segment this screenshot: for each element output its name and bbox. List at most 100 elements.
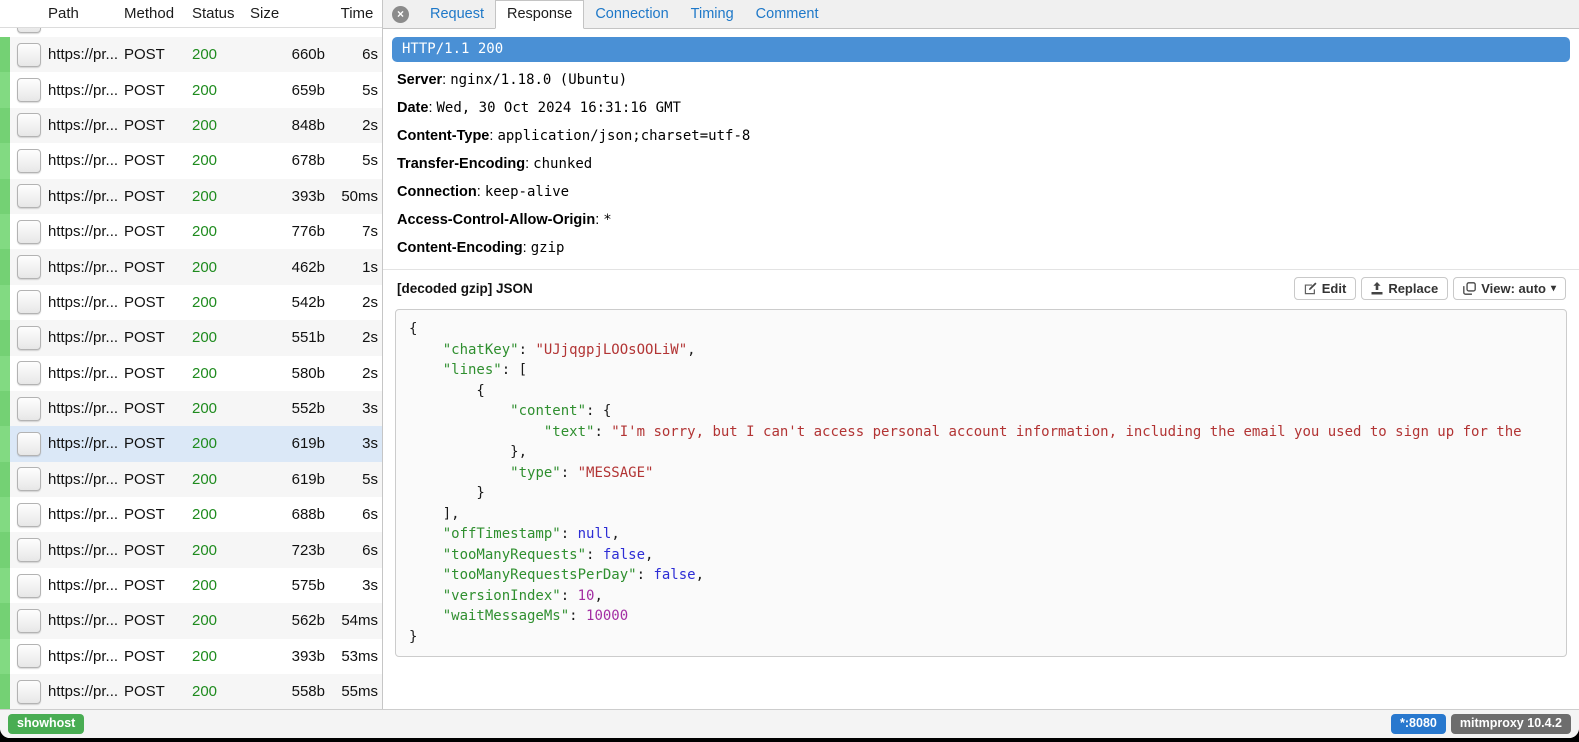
tab-response[interactable]: Response [495,0,584,29]
flow-row[interactable]: https://pr...POST200580b2s [0,356,382,391]
method-cell: POST [124,294,192,311]
flow-icon[interactable] [17,644,41,668]
flow-icon[interactable] [17,680,41,704]
flow-icon[interactable] [17,78,41,102]
flow-icon[interactable] [17,255,41,279]
flow-row[interactable]: https://pr...POST200558b55ms [0,674,382,709]
flow-row-partial-clip: https://pr...POST200 [0,28,382,37]
column-header-path[interactable]: Path [48,5,124,22]
time-cell: 1s [331,259,382,276]
flow-row[interactable]: https://pr...POST200619b3s [0,426,382,461]
flow-row[interactable]: https://pr...POST200393b50ms [0,179,382,214]
flow-row-partial[interactable]: https://pr...POST200 [0,28,382,37]
method-cell: POST [124,400,192,417]
path-cell: https://pr... [48,683,124,700]
flow-row[interactable]: https://pr...POST200659b5s [0,72,382,107]
size-cell: 542b [250,294,331,311]
size-cell: 688b [250,506,331,523]
flow-icon[interactable] [17,326,41,350]
response-header-line: Content-Type: application/json;charset=u… [383,127,1579,146]
flow-list-panel: PathMethodStatusSizeTime https://pr...PO… [0,0,383,709]
time-cell: 3s [331,577,382,594]
json-line: "offTimestamp": null, [409,524,1553,545]
flow-icon[interactable] [17,467,41,491]
flow-icon[interactable] [17,149,41,173]
header-value: nginx/1.18.0 (Ubuntu) [450,72,627,88]
flow-icon[interactable] [17,290,41,314]
http-status-line[interactable]: HTTP/1.1 200 [392,37,1570,62]
method-cell: POST [124,612,192,629]
response-header-line: Server: nginx/1.18.0 (Ubuntu) [383,71,1579,90]
tab-strip: RequestResponseConnectionTimingComment [419,0,830,28]
flow-row[interactable]: https://pr...POST200393b53ms [0,639,382,674]
column-header-method[interactable]: Method [124,5,192,22]
flow-row[interactable]: https://pr...POST200688b6s [0,497,382,532]
chevron-down-icon: ▾ [1551,283,1556,294]
path-cell: https://pr... [48,82,124,99]
tab-timing[interactable]: Timing [680,1,745,28]
edit-icon [1304,282,1317,295]
flow-row[interactable]: https://pr...POST200542b2s [0,285,382,320]
flow-row[interactable]: https://pr...POST200660b6s [0,37,382,72]
column-header-time[interactable]: Time [331,5,383,22]
row-accent-stripe [0,532,10,567]
status-cell: 200 [192,577,250,594]
flow-icon[interactable] [17,574,41,598]
flow-row[interactable]: https://pr...POST200552b3s [0,391,382,426]
header-name: Server [397,72,442,88]
tab-comment[interactable]: Comment [745,1,830,28]
status-cell: 200 [192,471,250,488]
flow-icon[interactable] [17,43,41,67]
flow-icon[interactable] [17,397,41,421]
header-colon: : [525,156,533,172]
json-line: "type": "MESSAGE" [409,463,1553,484]
json-line: { [409,319,1553,340]
status-cell: 200 [192,683,250,700]
flow-row[interactable]: https://pr...POST200619b5s [0,462,382,497]
row-icon-cell [10,609,48,633]
json-line: "tooManyRequests": false, [409,545,1553,566]
flow-row[interactable]: https://pr...POST200848b2s [0,108,382,143]
view-mode-button[interactable]: View: auto ▾ [1453,277,1566,300]
flow-row[interactable]: https://pr...POST200678b5s [0,143,382,178]
flow-row[interactable]: https://pr...POST200575b3s [0,568,382,603]
flow-row[interactable]: https://pr...POST200462b1s [0,249,382,284]
time-cell: 5s [331,82,382,99]
size-cell: 723b [250,542,331,559]
size-cell: 575b [250,577,331,594]
column-header-size[interactable]: Size [250,5,331,22]
flow-icon[interactable] [17,432,41,456]
flow-row[interactable]: https://pr...POST200551b2s [0,320,382,355]
view-mode-label: View: auto [1481,281,1546,296]
flow-row[interactable]: https://pr...POST200562b54ms [0,603,382,638]
flow-icon[interactable] [17,538,41,562]
row-icon-cell [10,43,48,67]
time-cell: 55ms [331,683,382,700]
flow-icon[interactable] [17,28,41,33]
json-line: ], [409,504,1553,525]
edit-button[interactable]: Edit [1294,277,1357,300]
tab-request[interactable]: Request [419,1,495,28]
flow-icon[interactable] [17,220,41,244]
replace-button[interactable]: Replace [1361,277,1448,300]
response-body-json[interactable]: { "chatKey": "UJjqgpjLOOsOOLiW", "lines"… [395,309,1567,657]
header-value: gzip [531,240,565,256]
flow-rows: https://pr...POST200https://pr...POST200… [0,28,382,709]
json-line: "tooManyRequestsPerDay": false, [409,565,1553,586]
time-cell: 6s [331,542,382,559]
flow-icon[interactable] [17,184,41,208]
flow-icon[interactable] [17,361,41,385]
tab-connection[interactable]: Connection [584,1,679,28]
flow-icon[interactable] [17,113,41,137]
time-cell: 2s [331,294,382,311]
path-cell: https://pr... [48,435,124,452]
flow-row[interactable]: https://pr...POST200723b6s [0,532,382,567]
close-icon[interactable]: × [392,6,409,23]
time-cell: 2s [331,117,382,134]
flow-icon[interactable] [17,503,41,527]
row-icon-cell [10,644,48,668]
flow-row[interactable]: https://pr...POST200776b7s [0,214,382,249]
flow-icon[interactable] [17,609,41,633]
column-header-status[interactable]: Status [192,5,250,22]
status-cell: 200 [192,506,250,523]
